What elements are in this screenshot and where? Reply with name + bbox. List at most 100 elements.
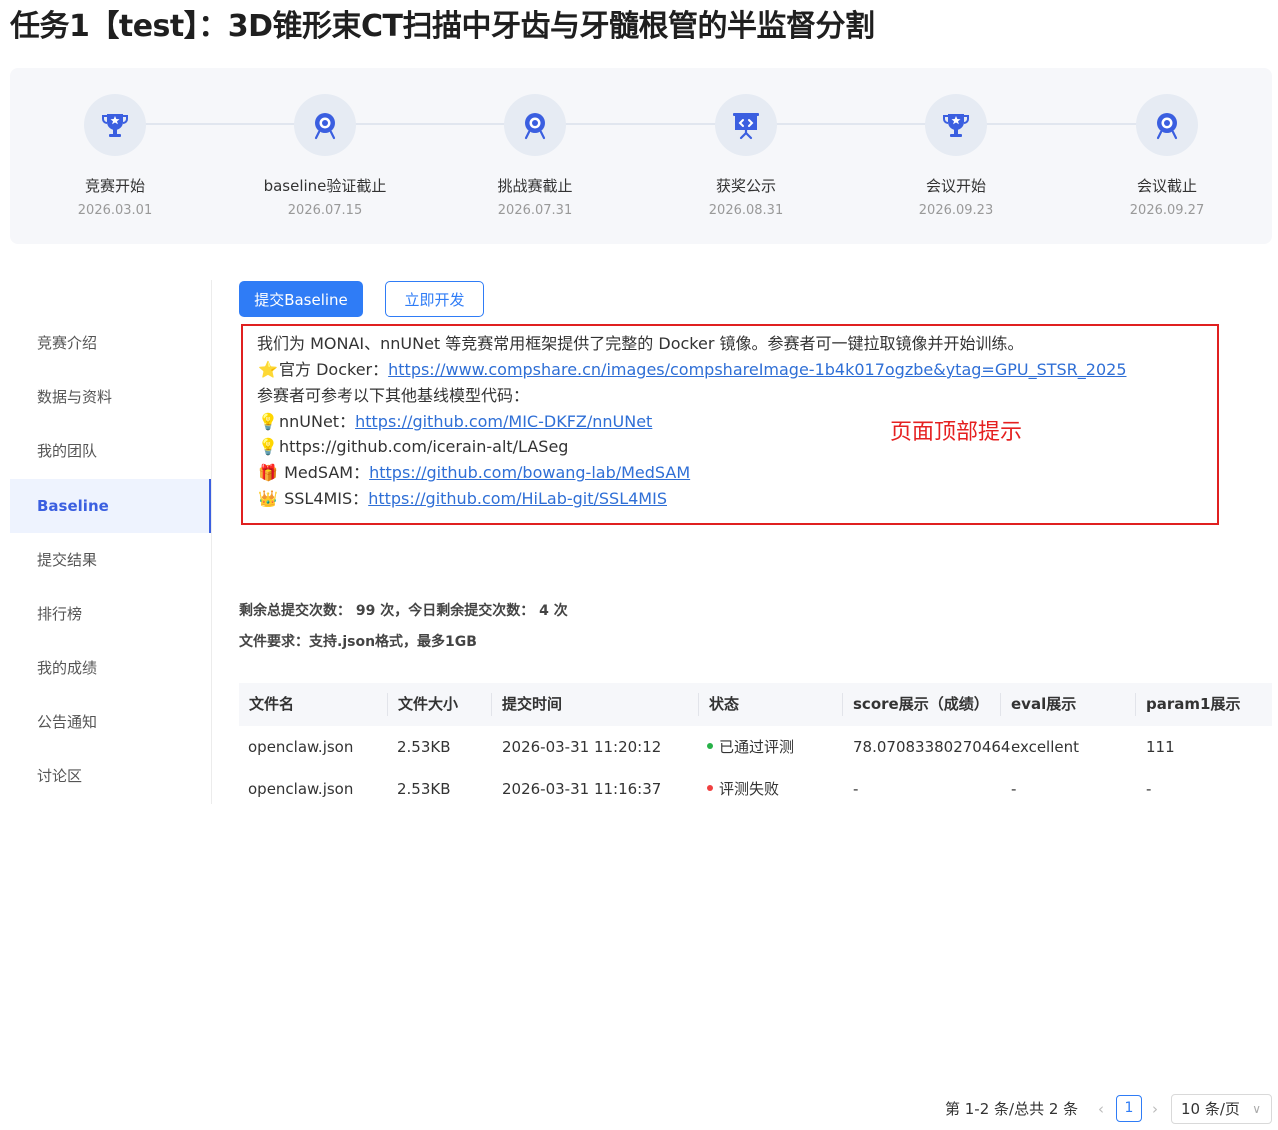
develop-now-button[interactable]: 立即开发 bbox=[385, 281, 484, 317]
milestone-label: 会议开始 bbox=[925, 177, 986, 195]
column-divider bbox=[1000, 693, 1001, 716]
milestone-challenge-deadline: 挑战赛截止 2026.07.31 bbox=[435, 94, 635, 220]
sidebar-item-data[interactable]: 数据与资料 bbox=[10, 370, 211, 424]
medsam-link[interactable]: https://github.com/bowang-lab/MedSAM bbox=[369, 463, 690, 482]
submissions-table: 文件名 文件大小 提交时间 状态 score展示（成绩） eval展示 para… bbox=[239, 683, 1272, 810]
notice-intro: 我们为 MONAI、nnUNet 等竞赛常用框架提供了完整的 Docker 镜像… bbox=[257, 334, 1024, 353]
milestone-label: 挑战赛截止 bbox=[497, 177, 573, 195]
column-header: score展示（成绩） bbox=[853, 695, 989, 713]
cell-time: 2026-03-31 11:16:37 bbox=[502, 780, 662, 798]
column-divider bbox=[842, 693, 843, 716]
cell-status: 评测失败 bbox=[707, 768, 779, 810]
column-divider bbox=[491, 693, 492, 716]
milestone-competition-start: 竞赛开始 2026.03.01 bbox=[15, 94, 215, 220]
milestone-conference-start: 会议开始 2026.09.23 bbox=[856, 94, 1056, 220]
chevron-left-icon[interactable]: ‹ bbox=[1094, 1099, 1108, 1119]
cell-eval: - bbox=[1011, 780, 1017, 798]
column-header: 文件名 bbox=[249, 695, 295, 713]
cell-eval: excellent bbox=[1011, 738, 1080, 756]
sidebar-nav: 竞赛介绍 数据与资料 我的团队 Baseline 提交结果 排行榜 我的成绩 公… bbox=[10, 280, 212, 804]
sidebar-item-my-scores[interactable]: 我的成绩 bbox=[10, 641, 211, 695]
notice-laseg-line: 💡https://github.com/icerain-alt/LASeg bbox=[257, 434, 568, 460]
cell-filename: openclaw.json bbox=[248, 780, 354, 798]
notice-medsam-line: 🎁 MedSAM：https://github.com/bowang-lab/M… bbox=[257, 460, 690, 486]
status-dot bbox=[707, 742, 713, 749]
sidebar-item-announcements[interactable]: 公告通知 bbox=[10, 695, 211, 749]
trophy-icon bbox=[925, 94, 987, 156]
submission-quota: 剩余总提交次数： 99 次，今日剩余提交次数： 4 次 bbox=[239, 603, 568, 619]
notice-ssl-line: 👑 SSL4MIS：https://github.com/HiLab-git/S… bbox=[257, 486, 667, 512]
medsam-prefix: MedSAM： bbox=[284, 463, 370, 482]
lightbulb-icon: 💡 bbox=[258, 412, 278, 431]
milestone-date: 2026.07.15 bbox=[287, 203, 363, 218]
chevron-right-icon[interactable]: › bbox=[1148, 1099, 1162, 1119]
cell-status: 已通过评测 bbox=[707, 726, 794, 768]
column-divider bbox=[698, 693, 699, 716]
milestone-label: 获奖公示 bbox=[715, 177, 776, 195]
milestone-baseline-deadline: baseline验证截止 2026.07.15 bbox=[225, 94, 425, 220]
star-icon: ⭐ bbox=[258, 360, 278, 379]
milestone-award-announcement: 获奖公示 2026.08.31 bbox=[646, 94, 846, 220]
page-size-value: 10 条/页 bbox=[1181, 1100, 1240, 1118]
milestone-date: 2026.03.01 bbox=[77, 203, 153, 218]
docker-link[interactable]: https://www.compshare.cn/images/compshar… bbox=[388, 360, 1126, 379]
notice-docker-line: ⭐官方 Docker：https://www.compshare.cn/imag… bbox=[257, 357, 1126, 383]
table-row: openclaw.json 2.53KB 2026-03-31 11:20:12… bbox=[239, 726, 1272, 768]
nnunet-prefix: nnUNet： bbox=[279, 412, 356, 431]
milestone-label: 竞赛开始 bbox=[84, 177, 145, 195]
page-size-select[interactable]: 10 条/页 ∨ bbox=[1171, 1094, 1272, 1124]
notice-nnunet-line: 💡nnUNet：https://github.com/MIC-DKFZ/nnUN… bbox=[257, 409, 652, 435]
milestone-conference-end: 会议截止 2026.09.27 bbox=[1067, 94, 1267, 220]
trophy-icon bbox=[84, 94, 146, 156]
ssl4mis-link[interactable]: https://github.com/HiLab-git/SSL4MIS bbox=[368, 489, 667, 508]
sidebar-item-intro[interactable]: 竞赛介绍 bbox=[10, 316, 211, 370]
sidebar-item-baseline[interactable]: Baseline bbox=[10, 479, 211, 533]
column-divider bbox=[387, 693, 388, 716]
status-text: 评测失败 bbox=[719, 780, 780, 798]
column-header: 文件大小 bbox=[398, 695, 459, 713]
gift-icon: 🎁 bbox=[258, 463, 278, 482]
cell-param1: - bbox=[1146, 780, 1152, 798]
target-icon bbox=[504, 94, 566, 156]
crown-icon: 👑 bbox=[258, 489, 278, 508]
lightbulb-icon: 💡 bbox=[258, 437, 278, 456]
notice-refs-heading: 参赛者可参考以下其他基线模型代码： bbox=[257, 386, 530, 405]
cell-score: 78.07083380270464 bbox=[853, 738, 1011, 756]
status-dot bbox=[707, 784, 713, 791]
presentation-board-icon bbox=[715, 94, 777, 156]
cell-score: - bbox=[853, 780, 859, 798]
column-header: 状态 bbox=[709, 695, 740, 713]
timeline: 竞赛开始 2026.03.01 baseline验证截止 2026.07.15 … bbox=[10, 68, 1272, 244]
file-requirements: 文件要求：支持.json格式，最多1GB bbox=[239, 634, 477, 650]
cell-filename: openclaw.json bbox=[248, 738, 354, 756]
nnunet-link[interactable]: https://github.com/MIC-DKFZ/nnUNet bbox=[355, 412, 652, 431]
milestone-label: 会议截止 bbox=[1136, 177, 1197, 195]
notice-annotation: 页面顶部提示 bbox=[890, 420, 1023, 445]
target-icon bbox=[294, 94, 356, 156]
status-text: 已通过评测 bbox=[719, 738, 795, 756]
baseline-notice: 我们为 MONAI、nnUNet 等竞赛常用框架提供了完整的 Docker 镜像… bbox=[241, 324, 1219, 525]
cell-time: 2026-03-31 11:20:12 bbox=[502, 738, 662, 756]
column-header: eval展示 bbox=[1011, 695, 1077, 713]
column-divider bbox=[1135, 693, 1136, 716]
docker-prefix: 官方 Docker： bbox=[279, 360, 389, 379]
cell-size: 2.53KB bbox=[397, 780, 451, 798]
sidebar-item-leaderboard[interactable]: 排行榜 bbox=[10, 587, 211, 641]
milestone-date: 2026.09.27 bbox=[1129, 203, 1205, 218]
sidebar-item-discussion[interactable]: 讨论区 bbox=[10, 749, 211, 803]
milestone-date: 2026.07.31 bbox=[497, 203, 573, 218]
page-title: 任务1【test】：3D锥形束CT扫描中牙齿与牙髓根管的半监督分割 bbox=[10, 9, 875, 44]
cell-size: 2.53KB bbox=[397, 738, 451, 756]
column-header: 提交时间 bbox=[502, 695, 563, 713]
cell-param1: 111 bbox=[1146, 738, 1175, 756]
chevron-down-icon: ∨ bbox=[1252, 1102, 1261, 1116]
table-row: openclaw.json 2.53KB 2026-03-31 11:16:37… bbox=[239, 768, 1272, 810]
submit-baseline-button[interactable]: 提交Baseline bbox=[239, 281, 363, 317]
milestone-date: 2026.08.31 bbox=[708, 203, 784, 218]
sidebar-item-submit[interactable]: 提交结果 bbox=[10, 533, 211, 587]
sidebar-item-team[interactable]: 我的团队 bbox=[10, 424, 211, 478]
target-icon bbox=[1136, 94, 1198, 156]
page-number-button[interactable]: 1 bbox=[1116, 1095, 1142, 1122]
ssl-prefix: SSL4MIS： bbox=[284, 489, 369, 508]
column-header: param1展示 bbox=[1146, 695, 1241, 713]
